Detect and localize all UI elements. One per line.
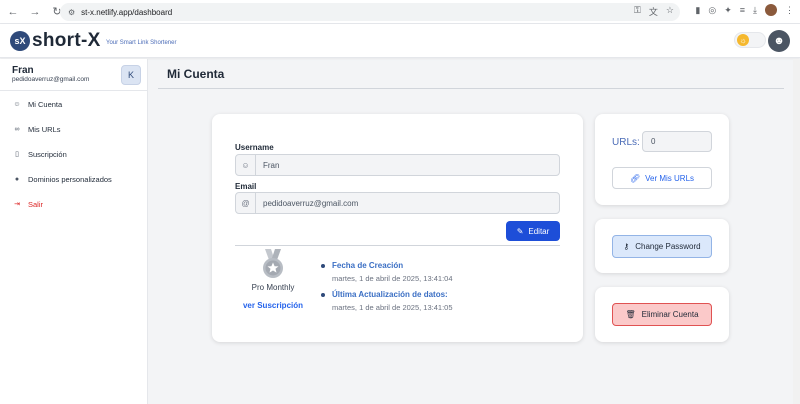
media-icon[interactable]: ≡ bbox=[740, 5, 745, 15]
view-urls-button[interactable]: 🔗︎ Ver Mis URLs bbox=[612, 167, 712, 189]
urls-label: URLs: bbox=[612, 137, 640, 148]
at-icon: @ bbox=[236, 193, 256, 213]
trash-icon: 🗑︎ bbox=[625, 310, 636, 319]
app-header: sX short-X Your Smart Link Shortener bbox=[0, 24, 800, 58]
sidebar: Fran pedidoaverruz@gmail.com K ☺ Mi Cuen… bbox=[0, 59, 148, 404]
email-label: Email bbox=[235, 182, 257, 191]
translate-icon[interactable]: 文 bbox=[649, 5, 658, 18]
link-icon: ∞ bbox=[14, 125, 20, 133]
sidebar-divider bbox=[0, 90, 148, 91]
bullet bbox=[321, 264, 325, 268]
created-title: Fecha de Creación bbox=[332, 261, 404, 270]
sidebar-user-email: pedidoaverruz@gmail.com bbox=[12, 76, 90, 83]
sidebar-item-mis-urls[interactable]: ∞ Mis URLs bbox=[12, 121, 61, 137]
url-text: st-x.netlify.app/dashboard bbox=[81, 7, 173, 17]
key-icon: ⚷ bbox=[623, 242, 630, 251]
change-password-label: Change Password bbox=[635, 242, 701, 251]
delete-account-label: Eliminar Cuenta bbox=[641, 310, 699, 319]
page-title: Mi Cuenta bbox=[167, 67, 225, 81]
sidebar-item-label: Suscripción bbox=[28, 149, 67, 159]
card-divider bbox=[235, 245, 560, 246]
logo-tagline: Your Smart Link Shortener bbox=[106, 40, 177, 46]
sidebar-item-label: Salir bbox=[28, 199, 44, 209]
forward-button[interactable]: → bbox=[26, 3, 44, 21]
user-menu-avatar[interactable]: ☻ bbox=[768, 30, 790, 52]
download-icon[interactable]: ⤓ bbox=[753, 5, 757, 16]
sun-icon: ☼ bbox=[737, 34, 749, 46]
sidebar-item-label: Mi Cuenta bbox=[28, 99, 63, 109]
scrollbar[interactable] bbox=[793, 59, 800, 404]
site-info-icon[interactable]: ⚙ bbox=[68, 8, 75, 17]
title-divider bbox=[158, 88, 784, 89]
puzzle-icon[interactable]: ✦ bbox=[724, 5, 732, 16]
plan-name: Pro Monthly bbox=[251, 283, 295, 292]
sidebar-item-suscripcion[interactable]: ▯ Suscripción bbox=[12, 146, 67, 162]
bookmark-icon: ▯ bbox=[15, 151, 19, 158]
collapse-sidebar-button[interactable]: K bbox=[121, 65, 141, 85]
delete-card: 🗑︎ Eliminar Cuenta bbox=[595, 287, 729, 342]
sidebar-user-name: Fran bbox=[12, 65, 34, 76]
delete-account-button[interactable]: 🗑︎ Eliminar Cuenta bbox=[612, 303, 712, 326]
profile-avatar[interactable] bbox=[765, 4, 777, 16]
bullet bbox=[321, 293, 325, 297]
medal-icon bbox=[263, 249, 283, 278]
account-card: Username ☺ Fran Email @ pedidoaverruz@gm… bbox=[212, 114, 583, 342]
browser-toolbar: ← → ↻ ⚙ st-x.netlify.app/dashboard ⚿ 文 ☆… bbox=[0, 0, 800, 24]
edit-label: Editar bbox=[528, 226, 550, 236]
link-icon: 🔗︎ bbox=[629, 173, 641, 183]
menu-icon[interactable]: ⋮ bbox=[785, 5, 794, 16]
urls-card: URLs: 0 🔗︎ Ver Mis URLs bbox=[595, 114, 729, 205]
updated-title: Última Actualización de datos: bbox=[332, 290, 448, 299]
edit-button[interactable]: ✎ Editar bbox=[506, 221, 560, 241]
extension-icon[interactable]: ▮ bbox=[695, 5, 700, 16]
star-icon[interactable]: ☆ bbox=[666, 5, 674, 18]
theme-toggle[interactable]: ☼ bbox=[734, 32, 766, 48]
username-value: Fran bbox=[263, 160, 280, 170]
extension-icon-2[interactable]: ◎ bbox=[708, 5, 716, 16]
sidebar-item-dominios[interactable]: ● Dominios personalizados bbox=[12, 171, 112, 187]
user-icon: ☺ bbox=[236, 155, 256, 175]
key-icon[interactable]: ⚿ bbox=[634, 5, 641, 18]
back-button[interactable]: ← bbox=[4, 3, 22, 21]
user-avatar-icon: ☻ bbox=[773, 35, 785, 47]
change-password-button[interactable]: ⚷ Change Password bbox=[612, 235, 712, 258]
updated-value: martes, 1 de abril de 2025, 13:41:05 bbox=[332, 303, 453, 312]
view-subscription-link[interactable]: ver Suscripción bbox=[239, 301, 307, 310]
email-field[interactable]: @ pedidoaverruz@gmail.com bbox=[235, 192, 560, 214]
username-label: Username bbox=[235, 143, 274, 152]
sidebar-item-mi-cuenta[interactable]: ☺ Mi Cuenta bbox=[12, 96, 62, 112]
sidebar-item-salir[interactable]: ⇥ Salir bbox=[12, 196, 43, 212]
logo-text[interactable]: short-X bbox=[32, 30, 101, 52]
pencil-icon: ✎ bbox=[516, 226, 524, 236]
email-value: pedidoaverruz@gmail.com bbox=[263, 198, 359, 208]
password-card: ⚷ Change Password bbox=[595, 219, 729, 273]
user-icon: ☺ bbox=[13, 100, 21, 108]
logout-icon: ⇥ bbox=[14, 201, 20, 208]
view-urls-label: Ver Mis URLs bbox=[645, 173, 695, 183]
address-bar[interactable]: ⚙ st-x.netlify.app/dashboard ⚿ 文 ☆ bbox=[60, 3, 680, 21]
created-value: martes, 1 de abril de 2025, 13:41:04 bbox=[332, 274, 453, 283]
globe-icon: ● bbox=[14, 175, 20, 183]
username-field[interactable]: ☺ Fran bbox=[235, 154, 560, 176]
urls-count-field[interactable]: 0 bbox=[642, 131, 712, 152]
sidebar-item-label: Dominios personalizados bbox=[28, 174, 112, 184]
sidebar-item-label: Mis URLs bbox=[28, 124, 61, 134]
logo-icon[interactable]: sX bbox=[10, 31, 30, 51]
